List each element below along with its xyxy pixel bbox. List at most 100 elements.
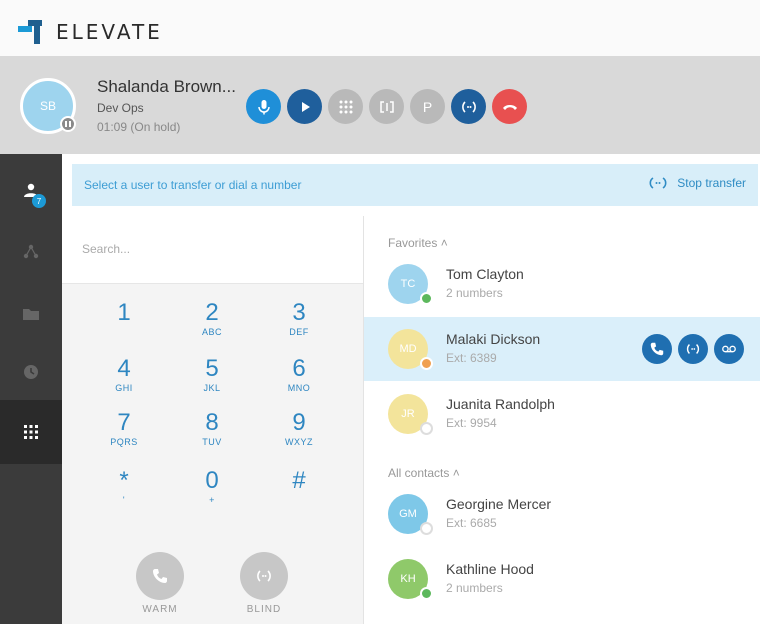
dial-letters: ABC [201, 327, 222, 337]
contact-detail: 2 numbers [446, 286, 503, 300]
contact-name: Malaki Dickson [446, 331, 541, 347]
sidebar-item-dialpad[interactable] [0, 400, 62, 464]
hold-pause-icon [60, 116, 76, 132]
dial-digit: 2 [205, 299, 219, 326]
contact-name: Georgine Mercer [446, 496, 552, 512]
transfer-contact-button[interactable] [678, 334, 708, 364]
dial-key-4[interactable]: 4 GHI [89, 356, 159, 408]
park-button[interactable]: P [410, 89, 445, 124]
transfer-icon [686, 344, 700, 354]
dial-key-7[interactable]: 7 PQRS [89, 410, 159, 462]
folder-icon [23, 309, 39, 320]
dial-letters: JKL [203, 383, 221, 393]
contact-name: Juanita Randolph [446, 396, 555, 412]
dial-key-8[interactable]: 8 TUV [177, 410, 247, 462]
voicemail-icon [722, 345, 736, 353]
call-button[interactable] [642, 334, 672, 364]
dial-letters: DEF [289, 327, 309, 337]
dial-digit: 4 [117, 355, 131, 382]
dial-digit: # [292, 467, 306, 494]
dial-key-1[interactable]: 1 [89, 300, 159, 352]
sidebar-item-history[interactable] [0, 340, 62, 404]
clock-icon [24, 365, 38, 379]
contact-row[interactable]: KH Kathline Hood 2 numbers [364, 547, 760, 611]
dial-digit: 1 [117, 299, 131, 326]
contact-actions [636, 334, 744, 364]
sidebar-item-network[interactable] [0, 220, 62, 284]
top-bar: ELEVATE [0, 0, 760, 56]
dial-letters: TUV [202, 437, 222, 447]
contact-row[interactable]: MD Malaki Dickson Ext: 6389 [364, 317, 760, 381]
contact-row[interactable]: GM Georgine Mercer Ext: 6685 [364, 482, 760, 546]
resume-button[interactable] [287, 89, 322, 124]
contacts-panel: Favorites ˄ TC Tom Clayton 2 numbers MD … [364, 216, 760, 624]
dial-key-9[interactable]: 9 WXYZ [264, 410, 334, 462]
contact-row[interactable]: TC Tom Clayton 2 numbers [364, 252, 760, 316]
presence-status-icon [420, 522, 433, 535]
dial-digit: 8 [205, 409, 219, 436]
caller-department: Dev Ops [97, 101, 144, 115]
dial-digit: * [119, 467, 129, 494]
dial-digit: 0 [205, 467, 219, 494]
contact-name: Tom Clayton [446, 266, 524, 282]
main-panel: Select a user to transfer or dial a numb… [62, 154, 760, 624]
keypad-icon [339, 100, 352, 113]
dial-digit: 5 [205, 355, 219, 382]
dial-letters: WXYZ [285, 437, 313, 447]
dial-key-hash[interactable]: # [264, 468, 334, 520]
contact-detail: Ext: 6389 [446, 351, 497, 365]
transfer-instruction: Select a user to transfer or dial a numb… [84, 178, 302, 192]
call-status-time: 01:09 (On hold) [97, 120, 181, 134]
favorites-header[interactable]: Favorites ˄ [388, 236, 448, 250]
dial-key-5[interactable]: 5 JKL [177, 356, 247, 408]
hangup-icon [502, 104, 517, 110]
microphone-icon [257, 99, 270, 114]
caller-name: Shalanda Brown... [97, 77, 236, 96]
favorites-label: Favorites [388, 236, 438, 250]
merge-button[interactable] [369, 89, 404, 124]
dial-letters: MNO [287, 383, 311, 393]
dial-key-3[interactable]: 3 DEF [264, 300, 334, 352]
play-icon [301, 101, 310, 112]
phone-icon [153, 569, 167, 583]
dial-key-6[interactable]: 6 MNO [264, 356, 334, 408]
keypad-button[interactable] [328, 89, 363, 124]
hangup-button[interactable] [492, 89, 527, 124]
transfer-icon [649, 177, 667, 189]
search-input[interactable] [82, 242, 342, 256]
stop-transfer-label: Stop transfer [677, 176, 746, 190]
active-call-bar: SB Shalanda Brown... Dev Ops 01:09 (On h… [0, 56, 760, 154]
presence-status-icon [420, 422, 433, 435]
phone-icon [650, 342, 664, 356]
logo-mark-icon [18, 20, 46, 44]
collapse-icon: ˄ [452, 466, 460, 480]
dial-key-0[interactable]: 0 + [177, 468, 247, 520]
sidebar-item-files[interactable] [0, 282, 62, 346]
voicemail-button[interactable] [714, 334, 744, 364]
transfer-icon [257, 570, 271, 582]
dial-letters: GHI [115, 383, 133, 393]
blind-transfer-button[interactable] [240, 552, 288, 600]
contact-detail: 2 numbers [446, 581, 503, 595]
collapse-icon: ˄ [440, 236, 448, 250]
transfer-button[interactable] [451, 89, 486, 124]
dial-digit: 7 [117, 409, 131, 436]
contact-detail: Ext: 9954 [446, 416, 497, 430]
mute-button[interactable] [246, 89, 281, 124]
dial-digit: 9 [292, 409, 306, 436]
sidebar-item-contacts[interactable]: 7 [0, 158, 62, 222]
dial-key-star[interactable]: * ' [89, 468, 159, 520]
blind-label: BLIND [246, 604, 282, 615]
stop-transfer-button[interactable]: Stop transfer [649, 176, 746, 190]
contact-row[interactable]: JR Juanita Randolph Ext: 9954 [364, 382, 760, 446]
warm-label: WARM [142, 604, 178, 615]
dial-letters: + [209, 495, 215, 505]
all-contacts-header[interactable]: All contacts ˄ [388, 466, 460, 480]
sidebar: 7 [0, 154, 62, 624]
contact-detail: Ext: 6685 [446, 516, 497, 530]
dial-key-2[interactable]: 2 ABC [177, 300, 247, 352]
dial-letters: ' [122, 495, 126, 505]
warm-transfer-button[interactable] [136, 552, 184, 600]
dial-digit: 6 [292, 355, 306, 382]
transfer-icon [461, 100, 476, 113]
